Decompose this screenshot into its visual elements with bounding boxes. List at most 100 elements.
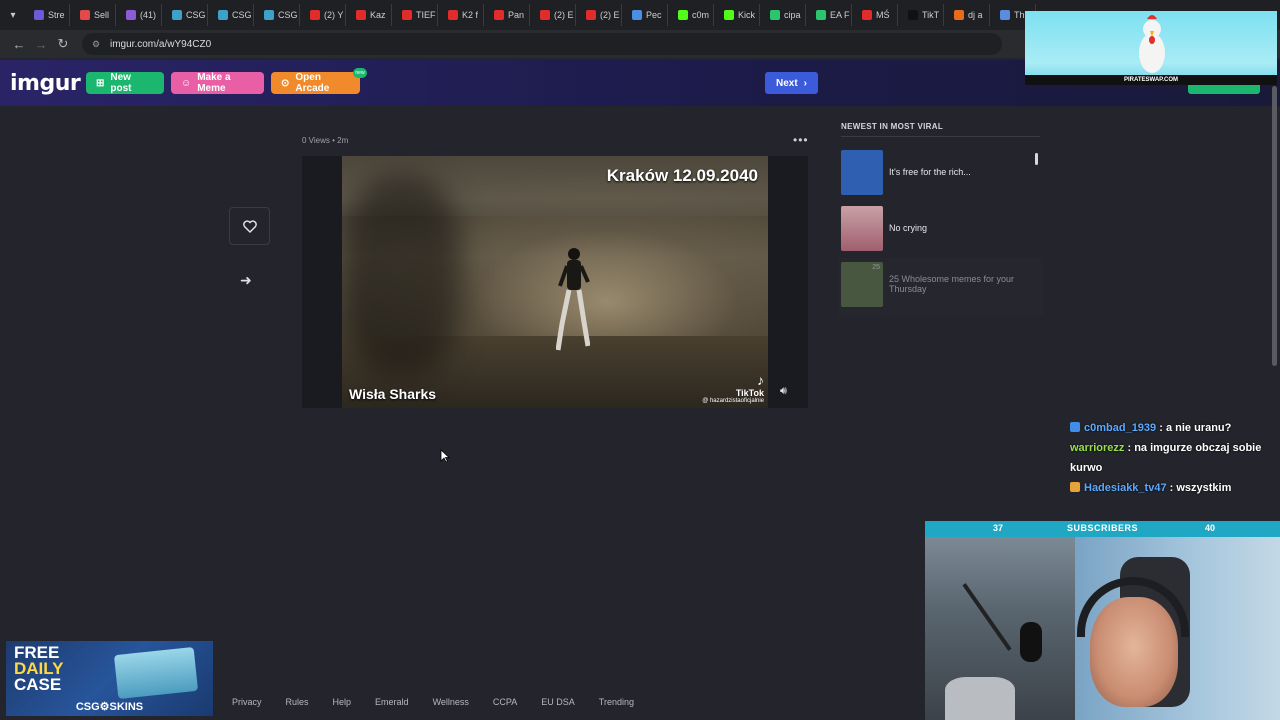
post-meta: 0 Views • 2m <box>302 136 349 145</box>
like-button[interactable] <box>229 207 270 245</box>
share-button[interactable]: ➜ <box>240 272 260 290</box>
tab-label: TikT <box>922 10 940 20</box>
browser-tab[interactable]: EA F <box>810 4 852 26</box>
browser-tab[interactable]: Pan <box>488 4 530 26</box>
newest-item[interactable]: It's free for the rich... <box>841 148 1040 196</box>
open-arcade-button[interactable]: ⊙ Open Arcade <box>271 72 360 94</box>
tab-favicon-icon <box>816 10 826 20</box>
browser-tab[interactable]: Sell <box>74 4 116 26</box>
tab-search-dropdown[interactable]: ▾ <box>4 6 22 24</box>
tab-favicon-icon <box>356 10 366 20</box>
plus-icon: ⊞ <box>96 77 105 89</box>
tab-favicon-icon <box>448 10 458 20</box>
top-sponsor-label: PIRATESWAP.COM <box>1025 75 1277 85</box>
tab-label: (2) Y <box>324 10 344 20</box>
bottom-ad-brand: CSG⚙SKINS <box>75 701 144 713</box>
new-post-button[interactable]: ⊞ New post <box>86 72 164 94</box>
footer-link-privacy[interactable]: Privacy <box>232 697 262 707</box>
browser-tab[interactable]: (41) <box>120 4 162 26</box>
subs-label: SUBSCRIBERS <box>1067 523 1139 533</box>
rooster-mascot-icon <box>1139 15 1165 73</box>
new-post-label: New post <box>110 72 132 94</box>
browser-tab[interactable]: CSG <box>166 4 208 26</box>
video-overlay-title: Kraków 12.09.2040 <box>606 166 758 185</box>
tab-favicon-icon <box>908 10 918 20</box>
tab-label: TIEF <box>416 10 436 20</box>
tab-label: MŚ <box>876 10 890 20</box>
browser-tab[interactable]: CSG <box>258 4 300 26</box>
newest-count: 25 <box>872 263 880 271</box>
footer-link-trending[interactable]: Trending <box>599 697 634 707</box>
browser-tab[interactable]: CSG <box>212 4 254 26</box>
footer-link-rules[interactable]: Rules <box>286 697 309 707</box>
top-sponsor-banner: PIRATESWAP.COM <box>1025 11 1277 85</box>
browser-tab[interactable]: (2) Y <box>304 4 346 26</box>
subs-goal: 40 <box>1205 523 1216 533</box>
tab-label: Kick <box>738 10 756 20</box>
tab-favicon-icon <box>586 10 596 20</box>
tab-label: (2) E <box>600 10 620 20</box>
browser-tab[interactable]: c0m <box>672 4 714 26</box>
case-box-icon <box>113 646 199 700</box>
tab-label: c0m <box>692 10 710 20</box>
footer-link-emerald[interactable]: Emerald <box>375 697 409 707</box>
more-options-icon[interactable]: ••• <box>793 133 809 147</box>
url-text: imgur.com/a/wY94CZ0 <box>110 38 212 50</box>
volume-icon[interactable]: 🔊︎ <box>780 385 796 399</box>
newest-item-label: No crying <box>889 223 928 233</box>
make-meme-button[interactable]: ☺ Make a Meme <box>171 72 264 94</box>
next-label: Next <box>775 77 798 89</box>
tab-favicon-icon <box>126 10 136 20</box>
browser-tab[interactable]: TikT <box>902 4 944 26</box>
newest-item[interactable]: No crying <box>841 204 1040 252</box>
browser-tab[interactable]: cipa <box>764 4 806 26</box>
newest-divider <box>841 136 1040 137</box>
newest-thumbnail: 25 <box>841 261 883 307</box>
tab-favicon-icon <box>218 10 228 20</box>
footer-link-ccpa[interactable]: CCPA <box>493 697 517 707</box>
chat-badge-icon <box>1070 422 1080 432</box>
tab-favicon-icon <box>494 10 504 20</box>
page-scrollbar[interactable] <box>1272 86 1277 366</box>
tab-label: dj a <box>968 10 983 20</box>
tab-favicon-icon <box>1000 10 1010 20</box>
tab-favicon-icon <box>678 10 688 20</box>
browser-tab[interactable]: Kaz <box>350 4 392 26</box>
imgur-logo[interactable]: imgur <box>10 71 81 96</box>
arcade-new-badge: new <box>353 68 367 78</box>
mouse-cursor-icon <box>440 449 450 463</box>
address-bar[interactable]: ⚙ imgur.com/a/wY94CZ0 <box>82 33 1002 55</box>
footer-link-eu-dsa[interactable]: EU DSA <box>541 697 575 707</box>
tab-label: Kaz <box>370 10 386 20</box>
back-button[interactable]: ← <box>8 33 30 55</box>
footer-link-help[interactable]: Help <box>333 697 352 707</box>
tab-label: Th <box>1014 10 1025 20</box>
browser-tab[interactable]: Pec <box>626 4 668 26</box>
footer-link-wellness[interactable]: Wellness <box>433 697 469 707</box>
newest-item[interactable]: 25 25 Wholesome memes for your Thursday <box>841 260 1040 308</box>
share-arrow-icon: ➜ <box>240 272 252 288</box>
chat-message: warriorezz : na imgurze obczaj sobie kur… <box>1070 438 1278 478</box>
newest-thumbnail <box>841 149 883 195</box>
browser-tab[interactable]: TIEF <box>396 4 438 26</box>
heart-icon <box>242 219 257 233</box>
browser-tab[interactable]: Stre <box>28 4 70 26</box>
chat-text: : a nie uranu? <box>1159 422 1232 434</box>
streamer-webcam <box>925 537 1280 720</box>
browser-tab[interactable]: dj a <box>948 4 990 26</box>
microphone-icon <box>1020 622 1042 662</box>
bottom-ad-line3: CASE <box>14 675 62 694</box>
next-button[interactable]: Next › <box>765 72 818 94</box>
browser-tab[interactable]: Kick <box>718 4 760 26</box>
browser-tab[interactable]: (2) E <box>580 4 622 26</box>
browser-tab[interactable]: MŚ <box>856 4 898 26</box>
forward-button[interactable]: → <box>30 33 52 55</box>
chat-username: Hadesiakk_tv47 <box>1084 482 1167 494</box>
browser-tab[interactable]: (2) E <box>534 4 576 26</box>
site-info-icon[interactable]: ⚙ <box>92 39 104 49</box>
video-player[interactable]: Kraków 12.09.2040 Wisła Sharks ♪ TikTok … <box>342 156 768 408</box>
browser-tab[interactable]: K2 f <box>442 4 484 26</box>
chat-badge-icon <box>1070 482 1080 492</box>
newest-scroll-indicator[interactable] <box>1035 153 1038 165</box>
reload-button[interactable]: ↻ <box>52 33 74 55</box>
